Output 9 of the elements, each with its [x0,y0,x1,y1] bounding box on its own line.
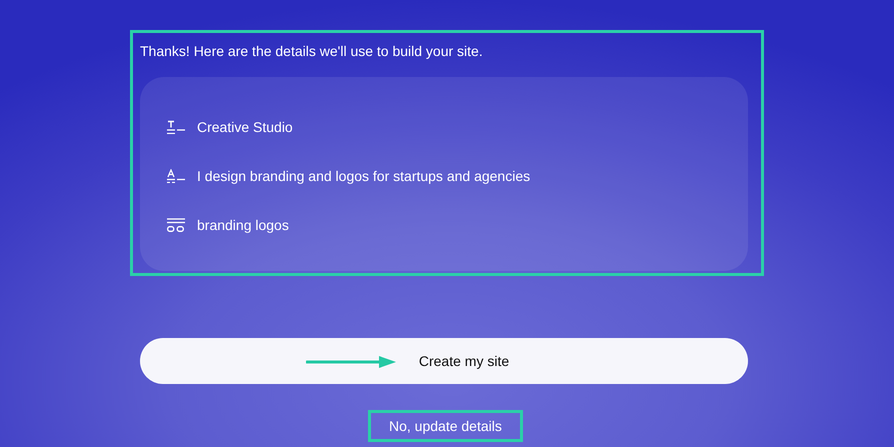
detail-text: branding logos [197,216,289,232]
text-format-icon [167,168,185,182]
create-site-button[interactable]: Create my site [140,338,748,384]
summary-heading: Thanks! Here are the details we'll use to build your site. [140,42,484,60]
update-details-link[interactable]: No, update details [368,410,523,442]
detail-text: Creative Studio [197,118,293,134]
detail-text: I design branding and logos for startups and agencies [197,168,530,184]
title-icon [167,120,185,134]
tags-icon [167,218,185,232]
